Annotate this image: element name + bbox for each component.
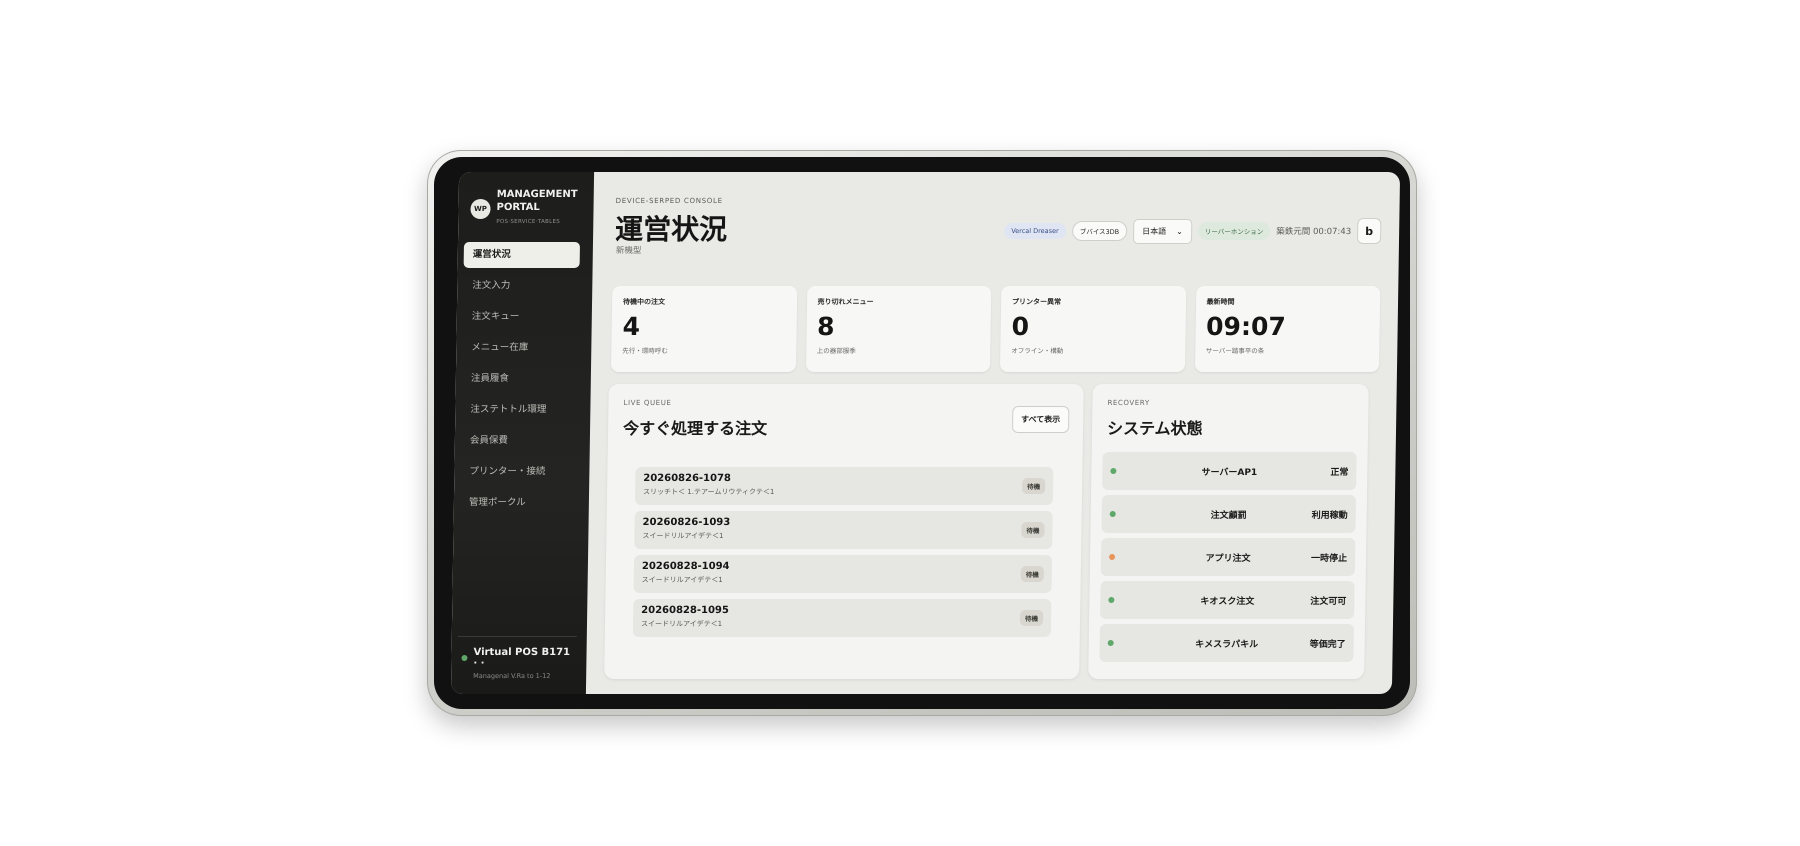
recovery-title: システム状態 bbox=[1106, 419, 1203, 438]
brand-subtitle: POS·SERVICE·TABLES bbox=[496, 219, 561, 225]
header-toolbar: Vercal Dreaser ブバイス3DB 日本語 ⌄ リーバーホンション 築… bbox=[1004, 218, 1382, 244]
refresh-icon: b bbox=[1365, 224, 1374, 238]
stat-card-printer-errors: プリンター異常 0 オフライン・構動 bbox=[999, 286, 1186, 372]
order-items: スイードリルアイデテ＜1 bbox=[642, 532, 724, 540]
device-version: Managenal V.Ra to 1-12 bbox=[473, 672, 551, 680]
order-row[interactable]: 20260826-1078 スリッチト＜ 1.テアームリウティクテ＜1 待機 bbox=[634, 467, 1054, 505]
language-select[interactable]: 日本語 ⌄ bbox=[1132, 218, 1193, 244]
system-status-row: 注文顧罰 利用稼動 bbox=[1101, 495, 1357, 533]
stat-value: 09:07 bbox=[1205, 312, 1286, 341]
system-status: 利用稼動 bbox=[1311, 510, 1348, 521]
stat-label: 待機中の注文 bbox=[622, 298, 666, 306]
stat-card-latest-time: 最新時間 09:07 サーバー踏事平の条 bbox=[1194, 286, 1381, 372]
order-status-badge: 待機 bbox=[1021, 522, 1045, 538]
device-chip[interactable]: ブバイス3DB bbox=[1071, 221, 1128, 241]
order-row[interactable]: 20260828-1094 スイードリルアイデテ＜1 待機 bbox=[633, 555, 1053, 593]
system-status-row: サーバーAP1 正常 bbox=[1102, 452, 1357, 490]
device-info[interactable]: Virtual POS B171 · · Managenal V.Ra to 1… bbox=[457, 636, 577, 680]
system-status: 等価完了 bbox=[1309, 639, 1346, 650]
system-status-row: キオスク注文 注文可可 bbox=[1100, 581, 1355, 619]
device-status-dot bbox=[461, 655, 468, 661]
sidebar-item-menu-stock[interactable]: メニュー在庫 bbox=[462, 335, 578, 361]
stat-sub: サーバー踏事平の条 bbox=[1205, 347, 1265, 355]
sidebar-item-admin-portal[interactable]: 管理ポークル bbox=[460, 490, 576, 516]
order-id: 20260826-1093 bbox=[642, 517, 731, 528]
order-items: スリッチト＜ 1.テアームリウティクテ＜1 bbox=[643, 488, 775, 496]
stat-value: 4 bbox=[622, 312, 641, 341]
updated-time: 築鉄元間 00:07:43 bbox=[1276, 227, 1352, 237]
queue-eyebrow: LIVE QUEUE bbox=[623, 399, 672, 407]
brand-title-line2: PORTAL bbox=[496, 202, 540, 213]
system-status-row: キメスラパキル 等価完了 bbox=[1099, 624, 1354, 662]
order-status-badge: 待機 bbox=[1020, 566, 1044, 582]
order-id: 20260826-1078 bbox=[643, 473, 732, 484]
chevron-down-icon: ⌄ bbox=[1176, 226, 1183, 236]
order-status-badge: 待機 bbox=[1019, 610, 1044, 626]
stat-label: 最新時間 bbox=[1206, 298, 1235, 306]
sidebar-nav: 運営状況 注文入力 注文キュー メニュー在庫 注員履食 注ステトトル環理 会員保… bbox=[460, 242, 581, 521]
live-queue-panel: LIVE QUEUE 今すぐ処理する注文 すべて表示 20260826-1078… bbox=[604, 384, 1084, 679]
brand: WP MANAGEMENT PORTAL POS·SERVICE·TABLES bbox=[470, 188, 578, 229]
brand-title-line1: MANAGEMENT bbox=[496, 189, 578, 200]
browser-chip: Vercal Dreaser bbox=[1004, 223, 1066, 239]
recovery-panel: RECOVERY システム状態 サーバーAP1 正常 注文顧罰 利用稼動 アプリ… bbox=[1088, 384, 1369, 679]
stats-row: 待機中の注文 4 先行・環時呼む 売り切れメニュー 8 上の器部服季 プリンター… bbox=[610, 286, 1381, 372]
queue-list: 20260826-1078 スリッチト＜ 1.テアームリウティクテ＜1 待機 2… bbox=[632, 467, 1054, 643]
refresh-button[interactable]: b bbox=[1356, 218, 1382, 244]
sidebar-item-history[interactable]: 注員履食 bbox=[462, 366, 578, 392]
system-name: サーバーAP1 bbox=[1201, 467, 1258, 478]
sidebar-item-order-entry[interactable]: 注文入力 bbox=[463, 273, 579, 299]
sidebar-item-table-management[interactable]: 注ステトトル環理 bbox=[461, 397, 577, 423]
recovery-eyebrow: RECOVERY bbox=[1107, 399, 1150, 407]
system-status-row: アプリ注文 一時停止 bbox=[1100, 538, 1356, 576]
stat-card-pending-orders: 待機中の注文 4 先行・環時呼む bbox=[610, 286, 797, 372]
server-status-chip: リーバーホンション bbox=[1197, 222, 1271, 240]
system-status: 一時停止 bbox=[1310, 553, 1348, 564]
order-id: 20260828-1094 bbox=[641, 561, 730, 572]
order-id: 20260828-1095 bbox=[641, 605, 729, 616]
system-status: 注文可可 bbox=[1310, 596, 1347, 607]
stat-value: 8 bbox=[816, 312, 835, 341]
order-items: スイードリルアイデテ＜1 bbox=[641, 576, 723, 584]
sidebar-item-members[interactable]: 会員保費 bbox=[461, 428, 577, 454]
language-value: 日本語 bbox=[1142, 226, 1167, 236]
system-status-list: サーバーAP1 正常 注文顧罰 利用稼動 アプリ注文 一時停止 キオスク注文 注… bbox=[1099, 452, 1357, 667]
stat-sub: 先行・環時呼む bbox=[622, 347, 668, 355]
main-content: DEVICE-SERPED CONSOLE 運営状況 新機型 Vercal Dr… bbox=[586, 172, 1400, 694]
order-status-badge: 待機 bbox=[1022, 478, 1046, 494]
sidebar-item-order-queue[interactable]: 注文キュー bbox=[463, 304, 579, 330]
show-all-button[interactable]: すべて表示 bbox=[1011, 406, 1070, 433]
tablet-screen: WP MANAGEMENT PORTAL POS·SERVICE·TABLES … bbox=[450, 172, 1401, 694]
page-subtitle: 新機型 bbox=[615, 246, 642, 256]
order-row[interactable]: 20260826-1093 スイードリルアイデテ＜1 待機 bbox=[634, 511, 1053, 549]
order-row[interactable]: 20260828-1095 スイードリルアイデテ＜1 待機 bbox=[632, 599, 1052, 637]
stat-sub: 上の器部服季 bbox=[816, 347, 856, 355]
device-name: Virtual POS B171 · · bbox=[473, 647, 571, 669]
sidebar-item-status[interactable]: 運営状況 bbox=[463, 242, 581, 268]
system-status: 正常 bbox=[1330, 467, 1349, 478]
order-items: スイードリルアイデテ＜1 bbox=[640, 620, 723, 628]
queue-title: 今すぐ処理する注文 bbox=[622, 419, 768, 438]
stat-sub: オフライン・構動 bbox=[1011, 347, 1064, 355]
page-title: 運営状況 bbox=[614, 213, 728, 246]
stat-card-sold-out: 売り切れメニュー 8 上の器部服季 bbox=[805, 286, 992, 372]
stat-value: 0 bbox=[1011, 312, 1030, 341]
stat-label: プリンター異常 bbox=[1011, 298, 1062, 306]
header-eyebrow: DEVICE-SERPED CONSOLE bbox=[615, 197, 723, 205]
sidebar: WP MANAGEMENT PORTAL POS·SERVICE·TABLES … bbox=[450, 172, 595, 694]
stat-label: 売り切れメニュー bbox=[817, 298, 874, 306]
sidebar-item-printers[interactable]: プリンター・接続 bbox=[460, 459, 576, 485]
brand-logo-icon: WP bbox=[470, 198, 491, 219]
